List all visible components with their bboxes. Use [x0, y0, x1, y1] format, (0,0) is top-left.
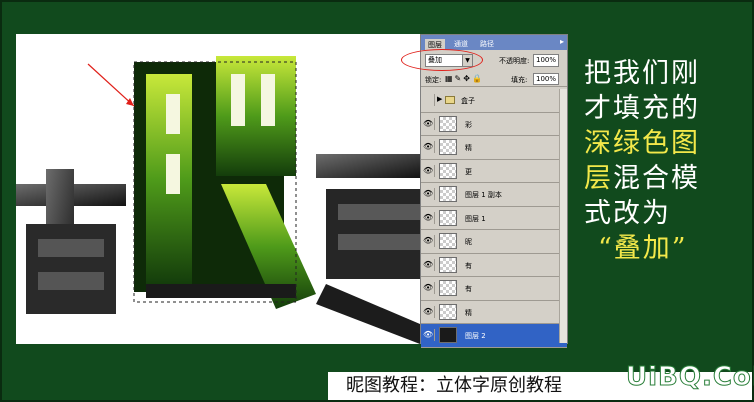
document-canvas[interactable] [16, 34, 420, 344]
layer-name: 精 [465, 308, 472, 317]
layer-thumbnail [439, 209, 457, 226]
eye-icon[interactable]: 👁 [423, 282, 435, 294]
tab-channels[interactable]: 通道 [451, 38, 471, 50]
green-character-center [133, 56, 316, 309]
instruction-line: 把我们刚 [584, 58, 700, 89]
layer-name: 图层 2 [465, 332, 486, 340]
layer-row[interactable]: 👁 精 [421, 300, 567, 324]
lock-icons[interactable]: ▦✎✥🔒 [445, 74, 484, 83]
eye-icon[interactable]: 👁 [423, 188, 435, 200]
layer-row-selected[interactable]: 👁 图层 2 [421, 324, 567, 348]
highlight-ring [401, 49, 483, 71]
opacity-input[interactable]: 100% [533, 54, 559, 67]
eye-icon[interactable]: 👁 [423, 141, 435, 153]
layer-name: 更 [465, 167, 472, 176]
layer-row[interactable]: 👁 有 [421, 277, 567, 301]
layer-name: 精 [465, 144, 472, 152]
site-watermark: UiBQ.CoM [626, 362, 754, 393]
instruction-line-highlight: “叠加” [598, 233, 688, 264]
eye-icon[interactable]: 👁 [423, 211, 435, 224]
layers-list: ▶ 盒子 👁 彩 👁 精 👁 更 👁 图层 1 副本 👁 图层 1 👁 昵 👁 … [421, 89, 567, 348]
annotation-arrow [87, 63, 135, 107]
panel-menu-icon[interactable]: ▸ [560, 37, 564, 46]
eye-icon[interactable]: 👁 [423, 305, 435, 318]
tab-paths[interactable]: 路径 [477, 38, 497, 50]
layer-name: 图层 1 [465, 214, 486, 223]
layer-row[interactable]: 👁 有 [421, 253, 567, 277]
gray-character-right [316, 154, 420, 344]
instruction-text-part: 混合模 [613, 163, 700, 194]
gray-character-left [16, 169, 126, 314]
layer-thumbnail [439, 139, 457, 155]
lock-row: 锁定: ▦✎✥🔒 填充: 100% [421, 71, 567, 87]
eye-icon[interactable]: 👁 [423, 329, 435, 341]
eye-icon[interactable]: 👁 [423, 258, 435, 271]
layer-row[interactable]: 👁 精 [421, 136, 567, 160]
layer-row[interactable]: 👁 图层 1 [421, 206, 567, 230]
layer-thumbnail [439, 303, 457, 320]
layer-row[interactable]: 👁 彩 [421, 112, 567, 136]
expand-triangle-icon[interactable]: ▶ [437, 95, 442, 103]
instruction-line: 层混合模 [584, 161, 752, 196]
layer-row[interactable]: 👁 更 [421, 159, 567, 183]
layer-name: 盒子 [461, 97, 475, 105]
layer-thumbnail [439, 327, 457, 343]
instruction-line-highlight: 深绿色图 [584, 128, 700, 159]
opacity-label: 不透明度: [499, 57, 530, 65]
layer-name: 有 [465, 261, 472, 270]
layer-row[interactable]: ▶ 盒子 [421, 89, 567, 113]
layer-thumbnail [439, 186, 457, 202]
instruction-line: 式改为 [584, 198, 671, 229]
visibility-toggle[interactable] [423, 94, 435, 106]
instruction-highlight: 层 [584, 163, 613, 194]
layer-thumbnail [439, 115, 457, 132]
layer-row[interactable]: 👁 图层 1 副本 [421, 183, 567, 207]
layers-panel: 图层 通道 路径 ▸ 叠加 ▼ 不透明度: 100% 锁定: ▦✎✥🔒 填充: … [401, 34, 568, 348]
instruction-line: 才填充的 [584, 93, 700, 124]
instruction-text: 把我们刚 才填充的 深绿色图 层混合模 式改为 “叠加” [584, 56, 752, 266]
eye-icon[interactable]: 👁 [423, 164, 435, 177]
artwork-3d-text [16, 56, 420, 344]
fill-label: 填充: [511, 76, 528, 84]
layers-scrollbar[interactable] [559, 89, 567, 343]
panel-tabs: 图层 通道 路径 ▸ [421, 35, 567, 50]
layer-name: 昵 [465, 238, 472, 246]
layer-thumbnail [439, 233, 457, 249]
folder-icon [445, 96, 455, 104]
layer-thumbnail [439, 162, 457, 179]
layer-name: 图层 1 副本 [465, 191, 502, 199]
layer-row[interactable]: 👁 昵 [421, 230, 567, 254]
lock-label: 锁定: [425, 76, 442, 84]
layer-thumbnail [439, 280, 457, 296]
eye-icon[interactable]: 👁 [423, 117, 435, 130]
fill-input[interactable]: 100% [533, 73, 559, 85]
eye-icon[interactable]: 👁 [423, 235, 435, 247]
layer-thumbnail [439, 256, 457, 273]
layer-name: 彩 [465, 120, 472, 129]
layer-name: 有 [465, 285, 472, 293]
